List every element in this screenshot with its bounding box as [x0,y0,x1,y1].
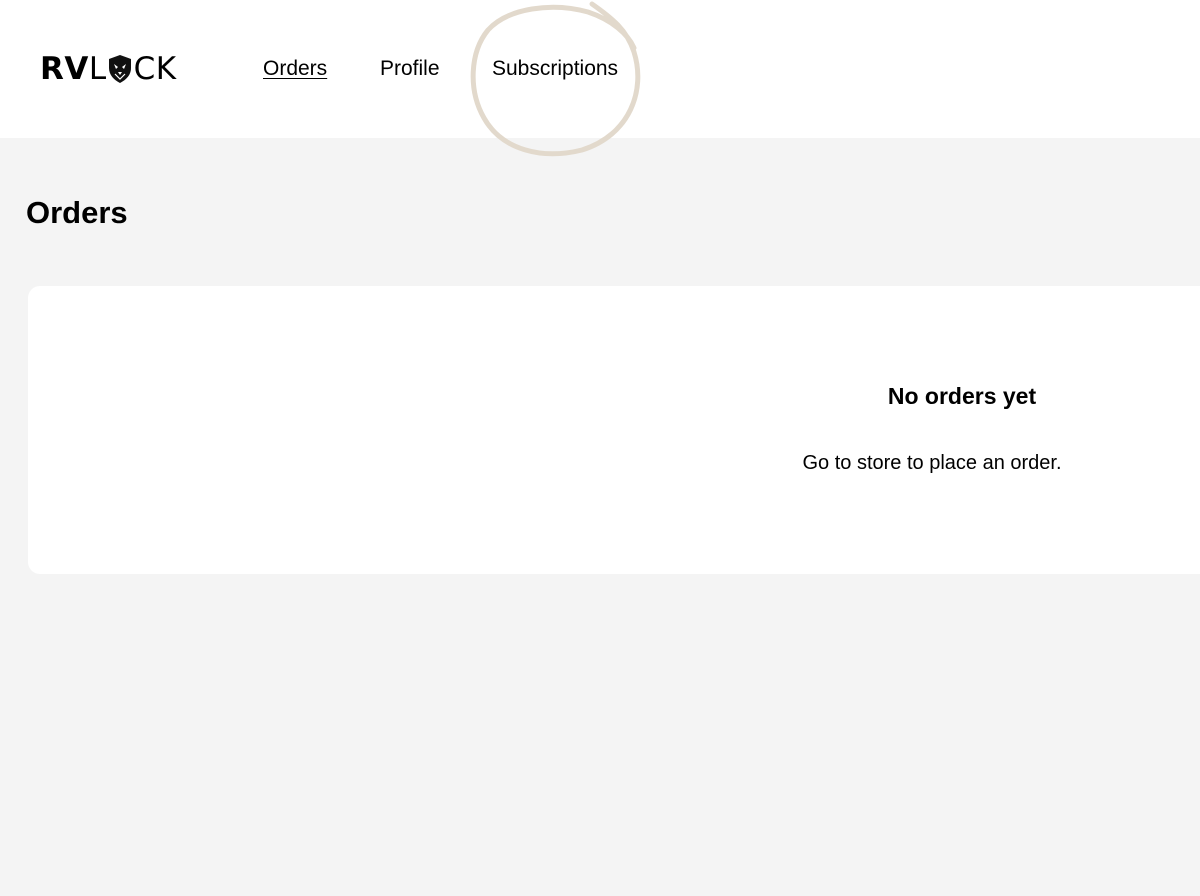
empty-state-title: No orders yet [887,383,1037,409]
nav-link-profile[interactable]: Profile [380,56,440,82]
page-title: Orders [26,195,128,230]
logo-text-bold: RV [40,51,89,87]
empty-state-message: Go to store to place an order. [802,452,1062,474]
lion-shield-icon [108,55,131,83]
logo-text-light: CK [133,51,177,87]
logo-letter-l: L [88,51,107,87]
nav-link-subscriptions[interactable]: Subscriptions [492,56,618,82]
site-header: RV L CK Orders Profile Subscriptions [0,0,1200,138]
brand-logo[interactable]: RV L CK [40,50,177,88]
nav-link-orders[interactable]: Orders [263,56,327,82]
orders-empty-card: No orders yet Go to store to place an or… [28,286,1200,574]
